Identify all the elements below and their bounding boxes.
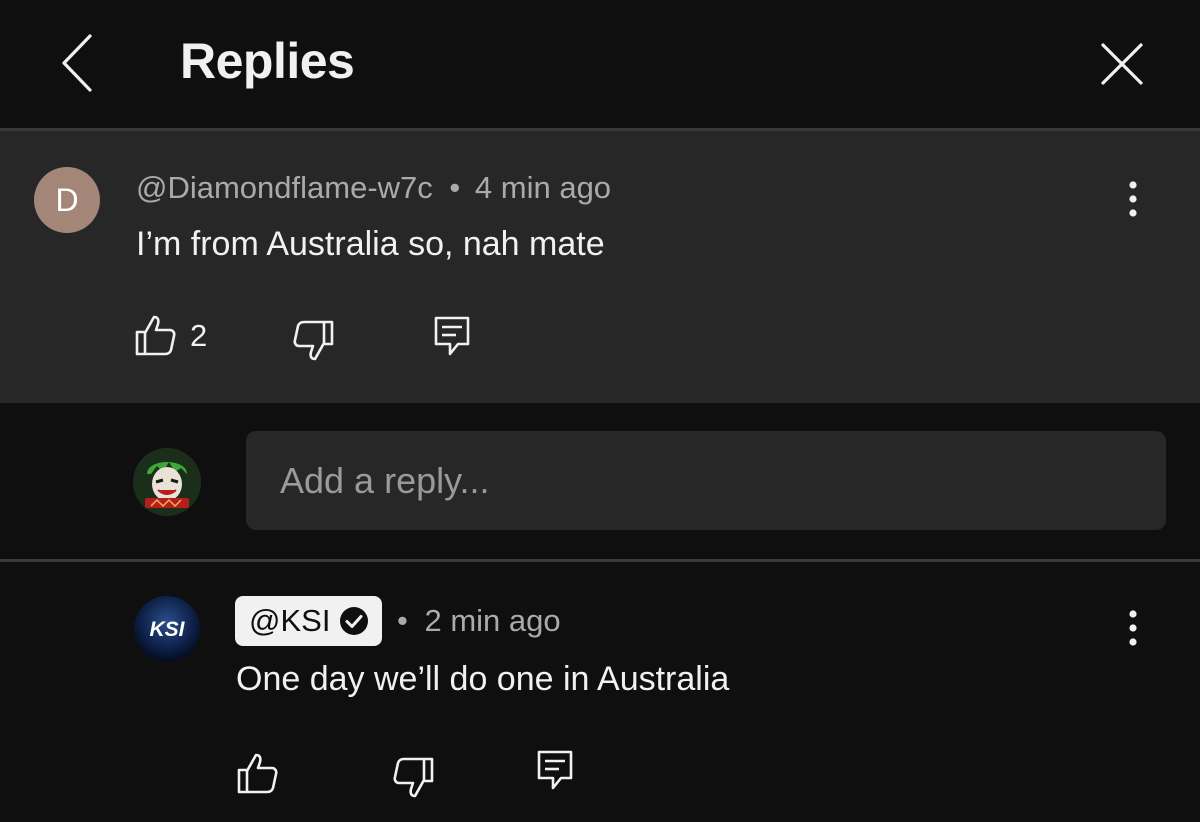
thumb-up-icon (237, 753, 278, 794)
comment-text: I’m from Australia so, nah mate (136, 225, 605, 263)
more-options-button[interactable] (1118, 178, 1148, 222)
reply-text: One day we’ll do one in Australia (236, 660, 730, 698)
reply-avatar[interactable]: KSI (134, 596, 200, 662)
ksi-logo-text: KSI (149, 618, 185, 641)
back-button[interactable] (52, 30, 102, 96)
reply-more-options-button[interactable] (1118, 607, 1148, 651)
page-title: Replies (180, 33, 355, 89)
close-button[interactable] (1096, 38, 1148, 90)
reply-meta: • 2 min ago (397, 603, 561, 639)
thumb-up-icon (135, 315, 176, 356)
reply-button[interactable] (432, 314, 472, 358)
more-vert-icon (1129, 610, 1137, 646)
reply-input[interactable] (246, 431, 1166, 530)
verified-check-icon (340, 607, 369, 635)
dislike-button[interactable] (291, 318, 335, 362)
reply-dislike-button[interactable] (391, 755, 435, 799)
current-user-avatar (133, 448, 201, 516)
meta-separator: • (449, 170, 461, 205)
comment-meta: @Diamondflame-w7c • 4 min ago (136, 170, 611, 206)
reply-like-button[interactable] (236, 752, 280, 796)
divider (0, 559, 1200, 562)
ksi-logo-avatar: KSI (134, 596, 200, 662)
thumb-down-icon (393, 757, 434, 798)
joker-avatar-icon (133, 448, 201, 516)
replies-panel: Replies D @Diamondflame-w7c • 4 min ago … (0, 0, 1200, 822)
comment-time: 4 min ago (474, 170, 612, 205)
more-vert-icon (1129, 181, 1137, 217)
thumb-down-icon (293, 320, 334, 361)
avatar[interactable]: D (34, 167, 100, 233)
comment-icon (434, 316, 470, 356)
like-count: 2 (190, 318, 208, 353)
reply-reply-button[interactable] (535, 748, 575, 792)
creator-badge[interactable]: @KSI (235, 596, 383, 646)
reply-time: 2 min ago (424, 603, 561, 638)
reply-author: @KSI (249, 603, 331, 638)
meta-separator: • (397, 603, 408, 638)
chevron-left-icon (62, 34, 92, 92)
close-icon (1101, 43, 1143, 85)
comment-author[interactable]: @Diamondflame-w7c (136, 170, 433, 205)
header: Replies (0, 0, 1200, 131)
like-button[interactable] (134, 314, 178, 358)
comment-icon (537, 750, 573, 790)
